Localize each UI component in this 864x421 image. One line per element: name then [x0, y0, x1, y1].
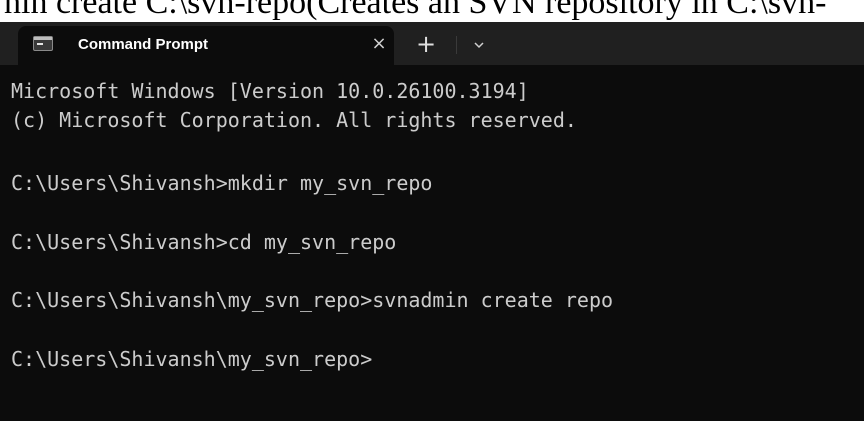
- document-caption-text: nin create C:\svn-repo(Creates an SVN re…: [4, 0, 827, 21]
- console-line: C:\Users\Shivansh>cd my_svn_repo: [11, 230, 397, 254]
- tab-divider: [456, 36, 457, 54]
- console-line: C:\Users\Shivansh\my_svn_repo>svnadmin c…: [11, 288, 614, 312]
- command-prompt-icon: [33, 36, 53, 51]
- page: nin create C:\svn-repo(Creates an SVN re…: [0, 0, 864, 421]
- console-line: C:\Users\Shivansh>mkdir my_svn_repo: [11, 171, 433, 195]
- console-line: (c) Microsoft Corporation. All rights re…: [11, 108, 577, 132]
- console-prompt: C:\Users\Shivansh\my_svn_repo>: [11, 347, 373, 371]
- console-output[interactable]: Microsoft Windows [Version 10.0.26100.31…: [0, 65, 864, 421]
- title-bar: Command Prompt × +: [0, 22, 864, 65]
- chevron-down-icon[interactable]: [470, 36, 488, 54]
- new-tab-icon[interactable]: +: [414, 32, 438, 56]
- tab-command-prompt[interactable]: Command Prompt ×: [18, 26, 394, 65]
- document-caption-strip: nin create C:\svn-repo(Creates an SVN re…: [0, 0, 864, 22]
- terminal-window: Command Prompt × + Microsoft Windows [Ve…: [0, 22, 864, 421]
- close-tab-icon[interactable]: ×: [367, 32, 391, 56]
- tab-title: Command Prompt: [78, 36, 209, 53]
- console-line: Microsoft Windows [Version 10.0.26100.31…: [11, 79, 529, 103]
